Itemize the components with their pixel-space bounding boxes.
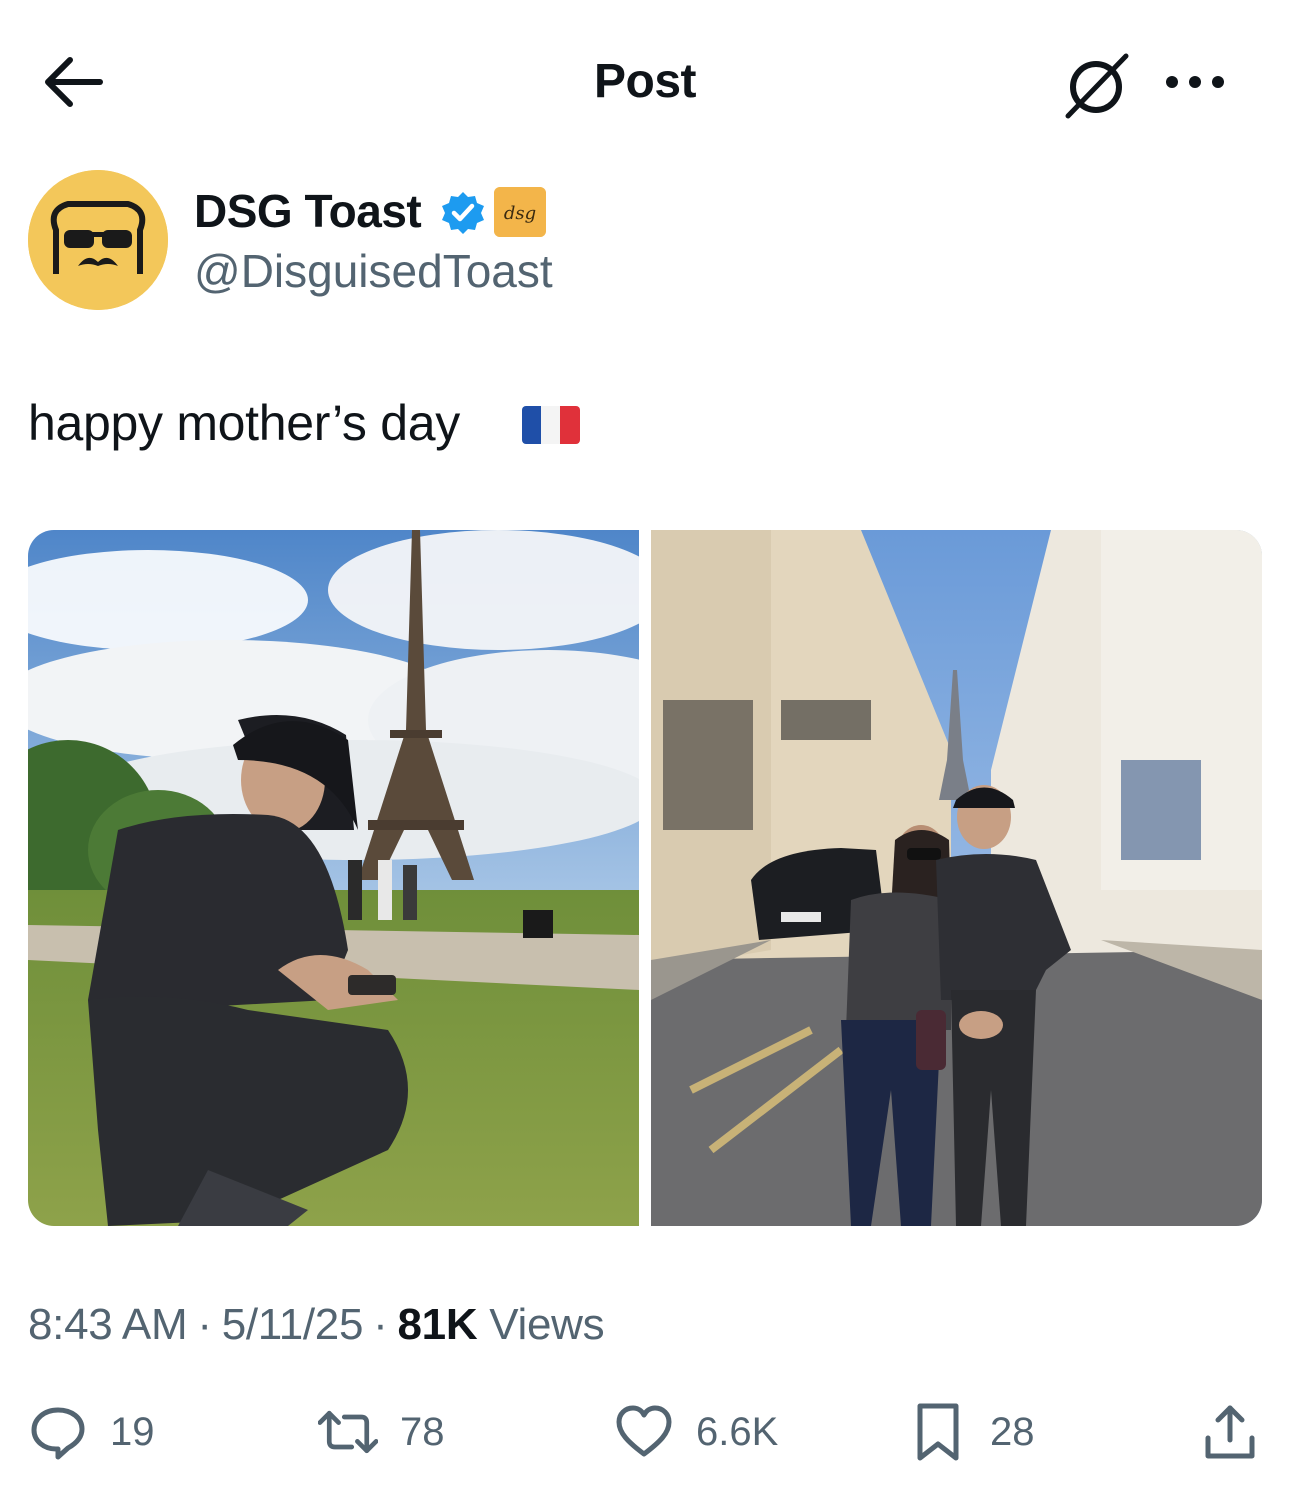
share-icon — [1205, 1405, 1255, 1459]
more-horizontal-icon[interactable] — [1160, 60, 1230, 104]
like-count: 6.6K — [696, 1409, 779, 1454]
share-button[interactable] — [1200, 1396, 1260, 1468]
post-time: 8:43 AM — [28, 1300, 188, 1349]
affiliate-badge-icon[interactable]: dsg — [494, 187, 546, 237]
reply-icon — [31, 1407, 85, 1460]
meta-separator: · — [197, 1300, 212, 1349]
views-count[interactable]: 81K — [398, 1300, 478, 1349]
meta-separator: · — [373, 1300, 388, 1349]
reply-button[interactable]: 19 — [28, 1396, 155, 1468]
france-flag-icon — [522, 406, 580, 444]
action-bar: 19 78 6.6K 28 — [0, 1396, 1290, 1468]
like-button[interactable]: 6.6K — [614, 1396, 778, 1468]
verified-badge-icon — [440, 190, 486, 236]
avatar[interactable] — [28, 170, 168, 310]
views-label: Views — [489, 1300, 605, 1349]
reply-count: 19 — [110, 1409, 155, 1454]
repost-count: 78 — [400, 1409, 445, 1454]
bookmark-icon — [917, 1403, 959, 1461]
author-display-name[interactable]: DSG Toast — [194, 184, 422, 238]
post-meta: 8:43 AM · 5/11/25 · 81K Views — [28, 1300, 605, 1350]
grok-icon[interactable] — [1062, 50, 1134, 120]
repost-button[interactable]: 78 — [318, 1396, 445, 1468]
heart-icon — [616, 1405, 672, 1457]
photo-street-with-mother[interactable] — [651, 530, 1262, 1226]
bookmark-count: 28 — [990, 1409, 1035, 1454]
top-bar: Post — [0, 0, 1290, 160]
photo-eiffel-tower-crouching[interactable] — [28, 530, 728, 1226]
affiliate-badge-text: dsg — [504, 203, 536, 224]
post-date: 5/11/25 — [221, 1300, 364, 1349]
media-grid — [28, 530, 1262, 1226]
repost-icon — [318, 1410, 378, 1454]
post-text: happy mother’s day — [28, 395, 460, 451]
post-detail-page: Post DSG Toast dsg @DisguisedToast happy… — [0, 0, 1290, 1500]
author-handle[interactable]: @DisguisedToast — [194, 244, 553, 298]
bookmark-button[interactable]: 28 — [908, 1396, 1035, 1468]
